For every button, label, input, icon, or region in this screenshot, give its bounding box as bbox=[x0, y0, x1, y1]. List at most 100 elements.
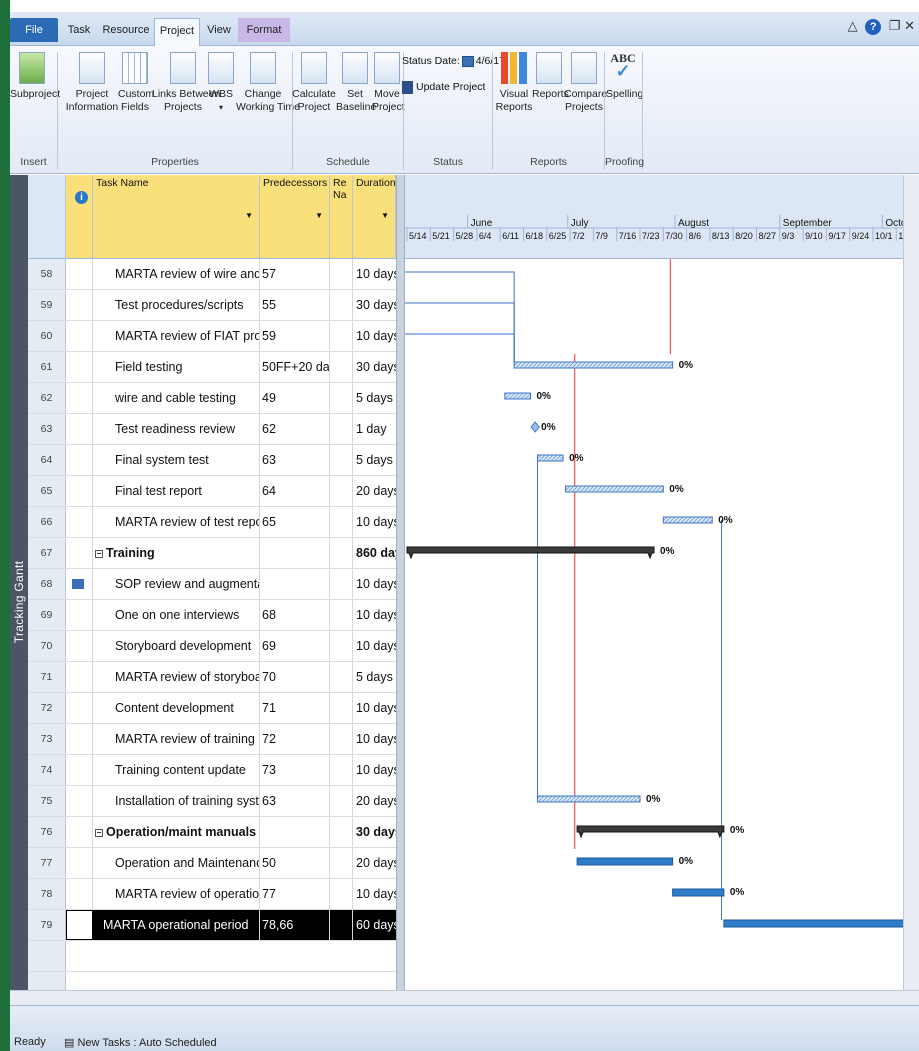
row-id[interactable]: 69 bbox=[28, 600, 66, 630]
table-row[interactable]: 76 −Operation/maint manuals 30 days bbox=[28, 817, 396, 848]
row-id[interactable]: 64 bbox=[28, 445, 66, 475]
row-id[interactable]: 76 bbox=[28, 817, 66, 847]
table-row[interactable]: 77 Operation and Maintenance Man50 20 days bbox=[28, 848, 396, 879]
gantt-bar[interactable] bbox=[662, 516, 713, 524]
filter-arrow-icon[interactable]: ▼ bbox=[245, 211, 253, 220]
gantt-bar[interactable] bbox=[536, 454, 564, 462]
tab-view[interactable]: View bbox=[202, 18, 236, 42]
tab-task[interactable]: Task bbox=[62, 18, 96, 42]
gantt-bar[interactable] bbox=[513, 361, 674, 369]
horizontal-scrollbar[interactable] bbox=[10, 990, 919, 1005]
predecessors-cell[interactable]: 68 bbox=[260, 600, 330, 630]
gantt-bar[interactable] bbox=[536, 795, 641, 803]
visual-reports-button[interactable]: Visual Reports bbox=[494, 52, 534, 114]
task-name-cell[interactable]: MARTA review of operation and bbox=[93, 879, 260, 909]
row-id[interactable]: 61 bbox=[28, 352, 66, 382]
duration-cell[interactable]: 860 days bbox=[353, 538, 396, 568]
row-id[interactable]: 77 bbox=[28, 848, 66, 878]
predecessors-cell[interactable] bbox=[260, 538, 330, 568]
task-name-cell[interactable]: Installation of training system bbox=[93, 786, 260, 816]
row-id[interactable]: 59 bbox=[28, 290, 66, 320]
table-row[interactable]: 69 One on one interviews 68 10 days bbox=[28, 600, 396, 631]
resource-names-cell[interactable] bbox=[330, 879, 353, 909]
status-date-control[interactable]: Status Date: 4/6/17 bbox=[402, 54, 505, 68]
predecessors-cell[interactable] bbox=[260, 569, 330, 599]
duration-cell[interactable]: 10 days bbox=[353, 259, 396, 289]
gantt-bar[interactable] bbox=[504, 392, 531, 400]
table-row[interactable]: 67 −Training 860 days bbox=[28, 538, 396, 569]
predecessors-cell[interactable]: 62 bbox=[260, 414, 330, 444]
task-name-cell[interactable]: Final system test bbox=[93, 445, 260, 475]
filter-arrow-icon[interactable]: ▼ bbox=[381, 211, 389, 220]
resource-names-cell[interactable] bbox=[330, 321, 353, 351]
row-id[interactable]: 58 bbox=[28, 259, 66, 289]
predecessors-cell[interactable]: 59 bbox=[260, 321, 330, 351]
task-name-cell[interactable]: MARTA review of FIAT procedure bbox=[93, 321, 260, 351]
resource-names-cell[interactable] bbox=[330, 352, 353, 382]
gantt-bar[interactable] bbox=[672, 888, 725, 897]
duration-cell[interactable]: 10 days bbox=[353, 693, 396, 723]
predecessors-cell[interactable]: 78,66 bbox=[260, 910, 330, 940]
row-id[interactable]: 67 bbox=[28, 538, 66, 568]
table-row[interactable]: 71 MARTA review of storyboard 70 5 days bbox=[28, 662, 396, 693]
empty-row[interactable] bbox=[28, 972, 396, 990]
project-information-button[interactable]: Project Information bbox=[64, 52, 120, 114]
tab-format[interactable]: Format bbox=[238, 18, 290, 42]
row-id[interactable]: 70 bbox=[28, 631, 66, 661]
duration-cell[interactable]: 30 days bbox=[353, 817, 396, 847]
table-row[interactable]: 73 MARTA review of training conten72 10 da… bbox=[28, 724, 396, 755]
duration-cell[interactable]: 10 days bbox=[353, 755, 396, 785]
change-working-time-button[interactable]: Change Working Time bbox=[236, 52, 300, 114]
minimize-ribbon-icon[interactable]: △ bbox=[848, 18, 858, 33]
task-name-cell[interactable]: − Operation/maint manuals bbox=[93, 817, 260, 847]
compare-projects-button[interactable]: Compare Projects bbox=[564, 52, 607, 114]
duration-header[interactable]: Duration ▼ bbox=[353, 175, 396, 259]
spelling-button[interactable]: ABC ✓ Spelling bbox=[606, 52, 643, 101]
resource-names-header[interactable]: Re Na bbox=[330, 175, 353, 259]
resource-names-cell[interactable] bbox=[330, 631, 353, 661]
collapse-icon[interactable]: − bbox=[95, 829, 103, 837]
duration-cell[interactable]: 10 days bbox=[353, 879, 396, 909]
task-name-cell[interactable]: wire and cable testing bbox=[93, 383, 260, 413]
predecessors-cell[interactable]: 49 bbox=[260, 383, 330, 413]
task-name-cell[interactable]: MARTA review of wire and cable bbox=[93, 259, 260, 289]
table-row[interactable]: 74 Training content update 73 10 days bbox=[28, 755, 396, 786]
table-row[interactable]: 58 MARTA review of wire and cable57 10 day… bbox=[28, 259, 396, 290]
task-name-cell[interactable]: Storyboard development bbox=[93, 631, 260, 661]
row-id[interactable] bbox=[28, 972, 66, 990]
close-window-icon[interactable]: ✕ bbox=[904, 18, 915, 33]
gantt-bar[interactable] bbox=[723, 919, 919, 928]
custom-fields-button[interactable]: Custom Fields bbox=[118, 52, 154, 114]
update-project-button[interactable]: Update Project bbox=[402, 80, 505, 94]
links-between-projects-button[interactable]: Links Between Projects bbox=[152, 52, 220, 114]
row-id[interactable]: 79 bbox=[28, 910, 66, 940]
gantt-bar[interactable] bbox=[576, 857, 674, 866]
predecessors-cell[interactable]: 57 bbox=[260, 259, 330, 289]
resource-names-cell[interactable] bbox=[330, 414, 353, 444]
row-id[interactable]: 60 bbox=[28, 321, 66, 351]
resource-names-cell[interactable] bbox=[330, 910, 353, 940]
resource-names-cell[interactable] bbox=[330, 786, 353, 816]
duration-cell[interactable]: 20 days bbox=[353, 848, 396, 878]
gantt-bar[interactable] bbox=[530, 421, 540, 433]
duration-cell[interactable]: 30 days bbox=[353, 352, 396, 382]
predecessors-header[interactable]: Predecessors ▼ bbox=[260, 175, 330, 259]
predecessors-cell[interactable]: 65 bbox=[260, 507, 330, 537]
table-row[interactable]: 70 Storyboard development 69 10 days bbox=[28, 631, 396, 662]
row-id[interactable]: 78 bbox=[28, 879, 66, 909]
resource-names-cell[interactable] bbox=[330, 476, 353, 506]
resource-names-cell[interactable] bbox=[330, 445, 353, 475]
resource-names-cell[interactable] bbox=[330, 538, 353, 568]
row-id-header[interactable] bbox=[28, 175, 66, 259]
duration-cell[interactable]: 5 days bbox=[353, 662, 396, 692]
subproject-button[interactable]: Subproject bbox=[10, 52, 60, 101]
collapse-icon[interactable]: − bbox=[95, 550, 103, 558]
predecessors-cell[interactable]: 50 bbox=[260, 848, 330, 878]
predecessors-cell[interactable]: 64 bbox=[260, 476, 330, 506]
duration-cell[interactable]: 5 days bbox=[353, 383, 396, 413]
resource-names-cell[interactable] bbox=[330, 600, 353, 630]
set-baseline-button[interactable]: Set Baseline bbox=[336, 52, 376, 114]
task-name-cell[interactable]: Test procedures/scripts bbox=[93, 290, 260, 320]
duration-cell[interactable]: 20 days bbox=[353, 476, 396, 506]
help-icon[interactable]: ? bbox=[865, 19, 882, 35]
